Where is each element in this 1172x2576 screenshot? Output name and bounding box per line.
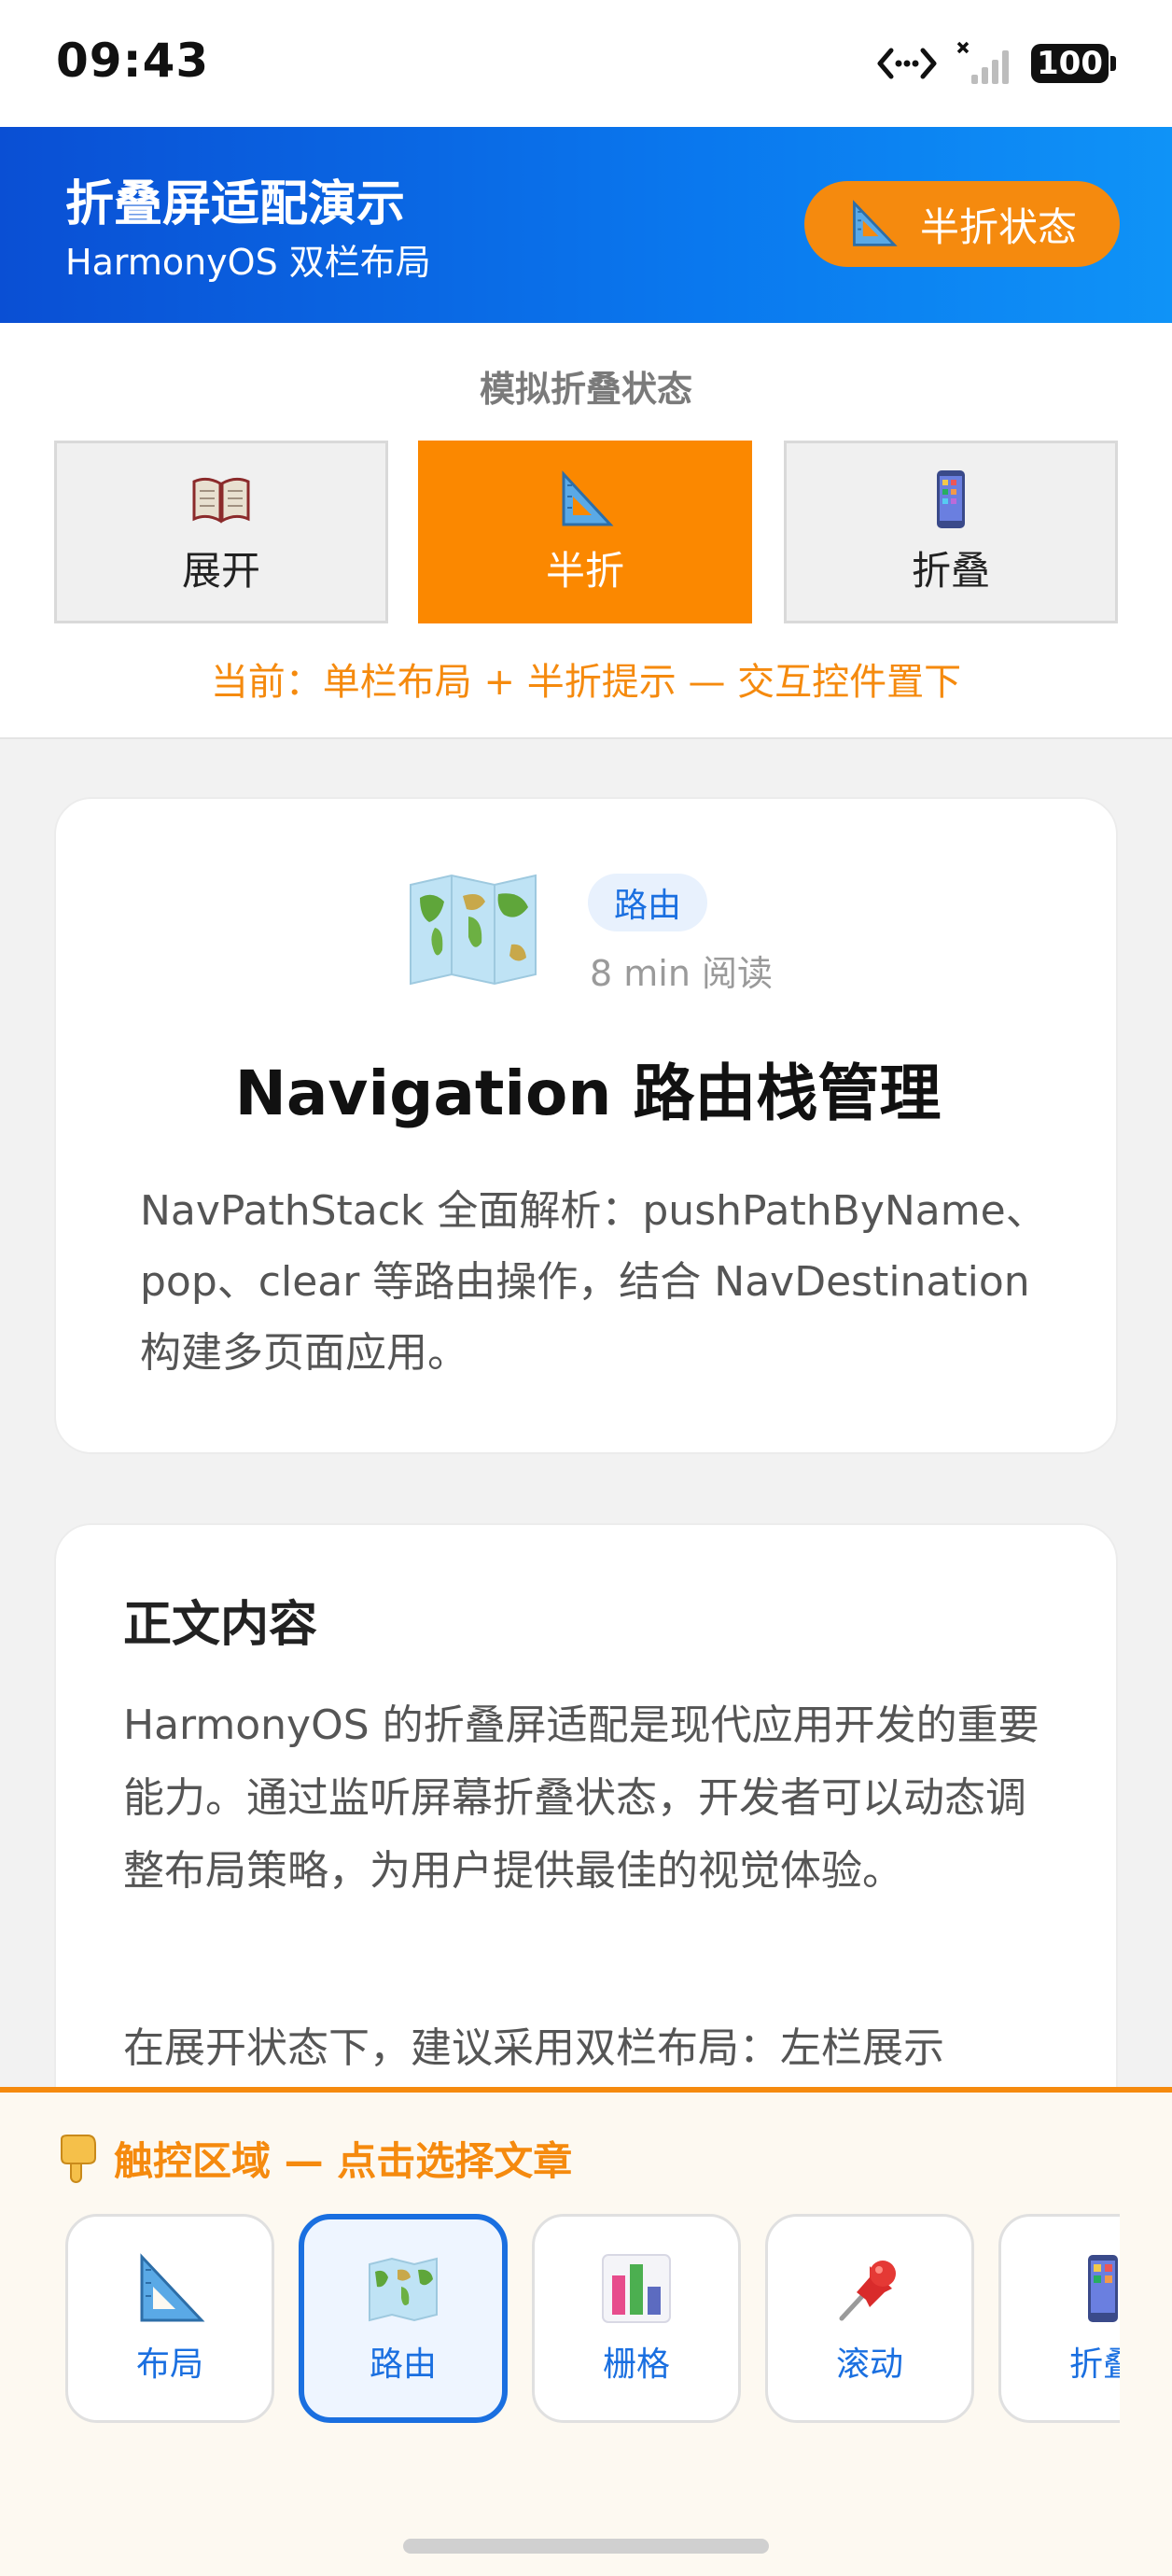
phone-icon xyxy=(1088,2255,1118,2322)
body-heading: 正文内容 xyxy=(123,1597,318,1653)
home-indicator[interactable] xyxy=(403,2539,769,2554)
battery-level: 100 xyxy=(1031,44,1109,83)
sim-button-label: 半折 xyxy=(545,547,624,594)
app-subtitle: HarmonyOS 双栏布局 xyxy=(65,242,431,283)
sim-button-expanded[interactable]: 展开 xyxy=(54,441,388,623)
simulator-label: 模拟折叠状态 xyxy=(479,369,692,410)
sim-button-label: 折叠 xyxy=(911,547,990,594)
touch-item-label: 栅格 xyxy=(602,2345,670,2384)
bar-chart-icon xyxy=(602,2254,671,2323)
sim-button-label: 展开 xyxy=(181,547,260,594)
status-bar: 09:43 100 xyxy=(0,0,1172,127)
battery-icon: 100 xyxy=(1031,44,1116,83)
status-icons: 100 xyxy=(874,41,1116,86)
read-time: 8 min 阅读 xyxy=(590,953,773,994)
fold-simulator: 模拟折叠状态 展开 半折 折叠 当前：单栏布局 + 半折提示 — 交互控件置下 xyxy=(0,323,1172,739)
body-paragraph: HarmonyOS 的折叠屏适配是现代应用开发的重要能力。通过监听屏幕折叠状态，… xyxy=(123,1701,1039,1895)
pointing-down-icon xyxy=(61,2134,96,2183)
article-title: Navigation 路由栈管理 xyxy=(234,1057,942,1129)
world-map-icon xyxy=(410,874,537,986)
touch-item-fold[interactable]: 折叠 xyxy=(998,2214,1120,2423)
touch-item-label: 折叠 xyxy=(1068,2345,1120,2384)
phone-icon xyxy=(937,469,965,528)
world-map-icon xyxy=(369,2257,438,2322)
status-time: 09:43 xyxy=(56,34,210,88)
touch-zone-title-text: 触控区域 — 点击选择文章 xyxy=(114,2138,573,2184)
touch-zone: 触控区域 — 点击选择文章 布局 路由 栅格 滚动 折叠 xyxy=(0,2087,1172,2576)
article-selector-strip[interactable]: 布局 路由 栅格 滚动 折叠 xyxy=(65,2214,1120,2429)
article-description: NavPathStack 全面解析：pushPathByName、pop、cle… xyxy=(140,1187,1047,1377)
sim-button-folded[interactable]: 折叠 xyxy=(784,441,1118,623)
triangle-ruler-icon xyxy=(853,200,898,246)
nfc-icon xyxy=(877,48,937,79)
pushpin-icon xyxy=(839,2261,896,2321)
touch-item-scroll[interactable]: 滚动 xyxy=(765,2214,974,2423)
touch-item-label: 路由 xyxy=(369,2345,437,2384)
touch-zone-title: 触控区域 — 点击选择文章 xyxy=(54,2130,572,2187)
sim-button-half-folded[interactable]: 半折 xyxy=(418,441,752,623)
fold-state-badge: 半折状态 xyxy=(804,181,1120,267)
touch-item-label: 布局 xyxy=(135,2345,203,2384)
touch-item-label: 滚动 xyxy=(835,2345,903,2384)
current-layout-status: 当前：单栏布局 + 半折提示 — 交互控件置下 xyxy=(210,661,962,704)
signal-icon xyxy=(956,41,1010,84)
article-tag: 路由 xyxy=(588,874,708,931)
touch-item-layout[interactable]: 布局 xyxy=(65,2214,274,2423)
app-title: 折叠屏适配演示 xyxy=(65,176,406,232)
app-header: 折叠屏适配演示 HarmonyOS 双栏布局 半折状态 xyxy=(0,127,1172,323)
open-book-icon xyxy=(192,477,250,524)
body-paragraph: 在展开状态下，建议采用双栏布局：左栏展示 xyxy=(123,2024,944,2072)
triangle-ruler-icon xyxy=(140,2253,205,2322)
fold-state-label: 半折状态 xyxy=(919,203,1077,250)
triangle-ruler-icon xyxy=(562,469,614,525)
touch-item-grid[interactable]: 栅格 xyxy=(532,2214,741,2423)
article-card[interactable]: 路由 8 min 阅读 Navigation 路由栈管理 NavPathStac… xyxy=(54,797,1118,1454)
touch-item-routing[interactable]: 路由 xyxy=(299,2214,508,2423)
body-content-card: 正文内容 HarmonyOS 的折叠屏适配是现代应用开发的重要能力。通过监听屏幕… xyxy=(54,1523,1118,2139)
